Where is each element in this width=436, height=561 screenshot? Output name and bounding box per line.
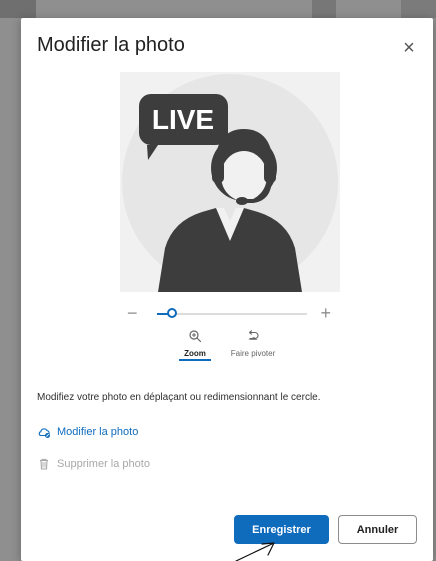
zoom-in-icon [189, 330, 202, 343]
photo-tool-tabs: Zoom Faire pivoter [169, 329, 289, 369]
close-button[interactable]: × [397, 36, 421, 60]
edit-photo-dialog: Modifier la photo × LIVE − + Zoom Faire … [21, 18, 433, 561]
zoom-slider-track[interactable] [157, 308, 307, 318]
edit-photo-link[interactable]: Modifier la photo [37, 425, 138, 439]
close-icon: × [403, 37, 415, 59]
photo-preview: LIVE [120, 72, 340, 292]
tab-rotate[interactable]: Faire pivoter [227, 329, 279, 369]
rotate-icon [248, 330, 259, 340]
tab-zoom[interactable]: Zoom [169, 329, 221, 369]
zoom-slider[interactable]: − + [127, 304, 331, 323]
tab-zoom-label: Zoom [184, 349, 206, 358]
save-button[interactable]: Enregistrer [234, 515, 329, 544]
headset-left-icon [212, 160, 224, 183]
zoom-out-button[interactable]: − [127, 304, 138, 322]
cancel-button[interactable]: Annuler [338, 515, 417, 544]
photo-preview-image: LIVE [120, 72, 340, 292]
tab-rotate-label: Faire pivoter [230, 349, 276, 358]
live-label: LIVE [152, 104, 214, 135]
tab-zoom-underline [179, 359, 211, 361]
trash-icon [40, 458, 48, 470]
zoom-in-button[interactable]: + [320, 304, 331, 322]
photo-instructions: Modifiez votre photo en déplaçant ou red… [37, 392, 321, 403]
backdrop-bar-right [401, 0, 436, 18]
delete-photo-label: Supprimer la photo [57, 458, 150, 470]
cloud-edit-icon [38, 428, 50, 438]
edit-photo-label: Modifier la photo [57, 426, 139, 438]
backdrop-bar-left [0, 0, 36, 18]
delete-photo-link[interactable]: Supprimer la photo [37, 457, 150, 471]
zoom-slider-thumb[interactable] [167, 308, 177, 318]
dialog-title: Modifier la photo [37, 34, 185, 56]
backdrop-bar-middle [312, 0, 336, 18]
